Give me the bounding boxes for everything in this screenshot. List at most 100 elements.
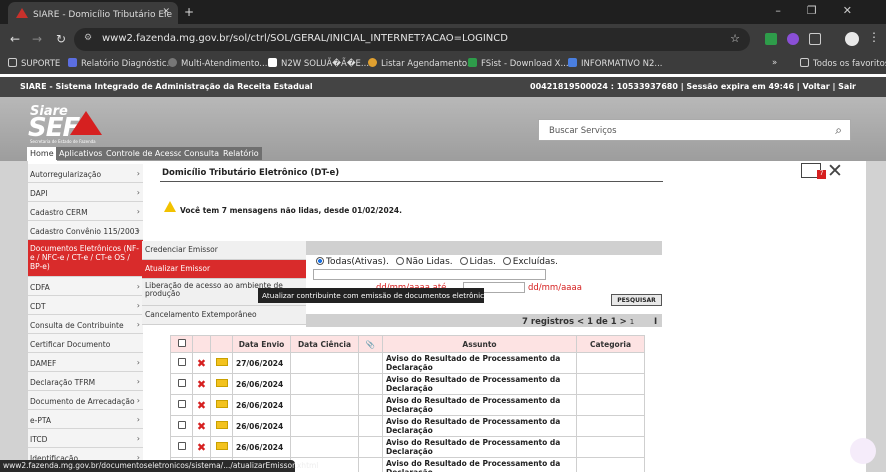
back-icon[interactable]: ← [10, 32, 20, 46]
sidebar-item[interactable]: Certificar Documento [28, 334, 143, 353]
new-tab-icon[interactable]: + [184, 5, 194, 19]
envelope-icon[interactable] [215, 379, 228, 387]
sidebar-item[interactable]: Cadastro CERM › [28, 202, 143, 221]
bookmark-item[interactable]: INFORMATIVO N2... [568, 58, 662, 69]
extension-purple-icon[interactable] [787, 33, 799, 45]
select-all-checkbox[interactable] [177, 339, 186, 347]
unread-warning: Você tem 7 mensagens não lidas, desde 01… [180, 206, 402, 215]
tab-aplicativos[interactable]: Aplicativos [56, 147, 106, 160]
row-checkbox[interactable] [177, 421, 186, 429]
sidebar-item[interactable]: CDT › [28, 296, 143, 315]
col-data-ciencia[interactable]: Data Ciência [290, 335, 359, 353]
search-button[interactable]: PESQUISAR [611, 294, 662, 306]
col-data-envio[interactable]: Data Envio [232, 335, 291, 353]
copilot-icon[interactable] [850, 438, 876, 464]
delete-icon[interactable]: ✖ [197, 441, 206, 454]
tools-icon[interactable]: ✕ [827, 160, 843, 182]
cell-data-ciencia [290, 373, 359, 395]
forward-icon[interactable]: → [32, 32, 42, 46]
tab-controle-acesso[interactable]: Controle de Acesso [103, 147, 186, 160]
all-favorites[interactable]: Todos os favoritos [800, 58, 886, 69]
delete-icon[interactable]: ✖ [197, 357, 206, 370]
profile-avatar-icon[interactable] [845, 32, 859, 46]
tab-relatorio[interactable]: Relatório [220, 147, 262, 160]
table-row[interactable]: ✖ 26/06/2024 Aviso do Resultado de Process… [170, 415, 645, 437]
site-info-icon[interactable]: ⚙ [84, 33, 92, 43]
table-row[interactable]: ✖ 26/06/2024 Aviso do Resultado de Process… [170, 373, 645, 395]
chevron-right-icon: › [136, 301, 140, 310]
tab-home[interactable]: Home [27, 147, 57, 161]
chevron-right-icon: › [136, 207, 140, 216]
row-checkbox[interactable] [177, 400, 186, 408]
sidebar-item[interactable]: Cadastro Convênio 115/2003 › [28, 221, 143, 240]
tab-consulta[interactable]: Consulta [181, 147, 223, 160]
submenu: Credenciar Emissor Atualizar Emissor Lib… [142, 241, 306, 325]
sidebar-item[interactable]: DAPI › [28, 183, 143, 202]
table-row[interactable]: ✖ 26/06/2024 Aviso do Resultado de Process… [170, 394, 645, 416]
cell-assunto[interactable]: Aviso do Resultado de Processamento da D… [382, 373, 577, 395]
bookmark-item[interactable]: Listar Agendamento... [368, 58, 475, 69]
filter-radios: Todas(Ativas). Não Lidas. Lidas. Excluíd… [316, 257, 558, 267]
delete-icon[interactable]: ✖ [197, 399, 206, 412]
bookmark-item[interactable]: N2W SOLUÃ�Ã�E... [268, 58, 369, 69]
bookmark-item[interactable]: FSist - Download X... [468, 58, 569, 69]
title-divider [160, 181, 663, 182]
bookmark-star-icon[interactable]: ☆ [730, 32, 740, 45]
cell-assunto[interactable]: Aviso do Resultado de Processamento da D… [382, 352, 577, 374]
chevron-right-icon: › [136, 396, 140, 405]
sidebar-item[interactable]: Declaração TFRM › [28, 372, 143, 391]
radio-lidas[interactable]: Lidas. [456, 257, 496, 267]
radio-nao-lidas[interactable]: Não Lidas. [392, 257, 453, 267]
row-checkbox[interactable] [177, 358, 186, 366]
radio-todas[interactable]: Todas(Ativas). [316, 257, 389, 267]
pagination[interactable]: 7 registros < 1 de 1 > 1 [522, 317, 634, 327]
cell-assunto[interactable]: Aviso do Resultado de Processamento da D… [382, 457, 577, 472]
submenu-cancelamento-extemporaneo[interactable]: Cancelamento Extemporâneo [142, 306, 306, 325]
extensions-puzzle-icon[interactable] [809, 33, 821, 45]
sidebar-item[interactable]: DAMEF › [28, 353, 143, 372]
envelope-icon[interactable] [215, 400, 228, 408]
table-row[interactable]: ✖ 26/06/2024 Aviso do Resultado de Process… [170, 436, 645, 458]
submenu-atualizar-emissor[interactable]: Atualizar Emissor [142, 260, 306, 279]
sidebar-item[interactable]: CDFA › [28, 277, 143, 296]
table-row[interactable]: ✖ 27/06/2024 Aviso do Resultado de Process… [170, 352, 645, 374]
bookmark-item[interactable]: Relatório Diagnóstic... [68, 58, 175, 69]
more-bookmarks-icon[interactable]: » [772, 58, 777, 68]
col-categoria[interactable]: Categoria [576, 335, 645, 353]
bookmark-item[interactable]: SUPORTE [8, 58, 60, 69]
extension-green-icon[interactable] [765, 33, 777, 45]
col-assunto[interactable]: Assunto [382, 335, 577, 353]
delete-icon[interactable]: ✖ [197, 420, 206, 433]
sidebar-item[interactable]: e-PTA › [28, 410, 143, 429]
search-services-input[interactable]: Buscar Serviços ⌕ [538, 119, 851, 141]
right-margin [866, 161, 886, 472]
delete-icon[interactable]: ✖ [197, 378, 206, 391]
sidebar-item[interactable]: Documento de Arrecadação › [28, 391, 143, 410]
chevron-right-icon: › [136, 434, 140, 443]
sidebar-item[interactable]: Consulta de Contribuinte › [28, 315, 143, 334]
row-checkbox[interactable] [177, 442, 186, 450]
cell-assunto[interactable]: Aviso do Resultado de Processamento da D… [382, 436, 577, 458]
bookmark-item[interactable]: Multi-Atendimento... [168, 58, 267, 69]
row-checkbox[interactable] [177, 379, 186, 387]
session-info[interactable]: 00421819500024 : 10533937680 | Sessão ex… [530, 82, 856, 91]
browser-menu-icon[interactable]: ⋮ [868, 30, 880, 44]
sidebar-item[interactable]: Autorregularização › [28, 164, 143, 183]
cell-assunto[interactable]: Aviso do Resultado de Processamento da D… [382, 415, 577, 437]
cell-assunto[interactable]: Aviso do Resultado de Processamento da D… [382, 394, 577, 416]
status-bar-url: www2.fazenda.mg.gov.br/documentoseletron… [0, 460, 318, 472]
close-tab-icon[interactable]: ✕ [162, 7, 170, 17]
sidebar-item-documentos-eletronicos[interactable]: Documentos Eletrônicos (NF-e / NFC-e / C… [28, 240, 143, 277]
search-icon[interactable]: ⌕ [835, 123, 842, 138]
reload-icon[interactable]: ↻ [56, 32, 66, 46]
subject-filter-input[interactable] [313, 269, 546, 280]
address-bar[interactable]: ⚙ www2.fazenda.mg.gov.br/sol/ctrl/SOL/GE… [74, 28, 750, 51]
envelope-icon[interactable] [215, 358, 228, 366]
radio-excluidas[interactable]: Excluídas. [499, 257, 558, 267]
window-controls[interactable]: –❐✕ [775, 4, 878, 17]
submenu-credenciar-emissor[interactable]: Credenciar Emissor [142, 241, 306, 260]
browser-tab[interactable]: SIARE - Domicílio Tributário Ele ✕ [8, 2, 178, 24]
sidebar-item[interactable]: ITCD › [28, 429, 143, 448]
envelope-icon[interactable] [215, 421, 228, 429]
envelope-icon[interactable] [215, 442, 228, 450]
